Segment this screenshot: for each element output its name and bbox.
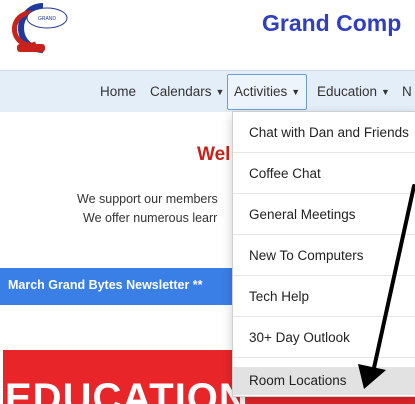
chevron-down-icon: ▼: [381, 87, 390, 97]
chevron-down-icon: ▼: [291, 87, 301, 97]
newsletter-ticker-text: March Grand Bytes Newsletter **: [8, 278, 203, 292]
nav-next[interactable]: N: [402, 71, 412, 112]
intro-line-2: We offer numerous learr: [83, 211, 218, 225]
svg-text:GRAND: GRAND: [38, 16, 56, 22]
education-banner-text: EDUCATION: [5, 376, 249, 404]
newsletter-ticker[interactable]: March Grand Bytes Newsletter **: [0, 268, 240, 305]
site-title: Grand Comp: [262, 10, 402, 36]
nav-home[interactable]: Home: [100, 71, 136, 112]
menu-item-tech-help[interactable]: Tech Help: [233, 276, 415, 317]
nav-calendars[interactable]: Calendars ▼: [150, 71, 224, 112]
nav-calendars-label: Calendars: [150, 84, 212, 99]
chevron-down-icon: ▼: [215, 87, 225, 97]
nav-education-label: Education: [317, 84, 378, 99]
logo-graphic: GRAND: [12, 3, 68, 53]
welcome-heading: Wel: [197, 144, 231, 165]
menu-item-chat-with-dan[interactable]: Chat with Dan and Friends: [233, 112, 415, 153]
menu-item-general-meetings[interactable]: General Meetings: [233, 194, 415, 235]
main-navbar: Home Calendars ▼ Activities ▼ Education ▼ N: [0, 70, 415, 112]
menu-item-30-day-outlook[interactable]: 30+ Day Outlook: [233, 317, 415, 358]
nav-activities[interactable]: Activities ▼: [227, 74, 308, 110]
nav-education[interactable]: Education ▼: [317, 71, 390, 112]
activities-dropdown: Chat with Dan and Friends Coffee Chat Ge…: [232, 111, 415, 397]
menu-item-new-to-computers[interactable]: New To Computers: [233, 235, 415, 276]
intro-line-1: We support our members: [77, 192, 218, 206]
nav-activities-label: Activities: [234, 84, 288, 99]
nav-next-label: N: [402, 84, 412, 99]
club-logo[interactable]: GRAND: [3, 2, 69, 56]
menu-item-room-locations[interactable]: Room Locations: [233, 367, 415, 395]
menu-item-coffee-chat[interactable]: Coffee Chat: [233, 153, 415, 194]
nav-home-label: Home: [100, 84, 137, 99]
